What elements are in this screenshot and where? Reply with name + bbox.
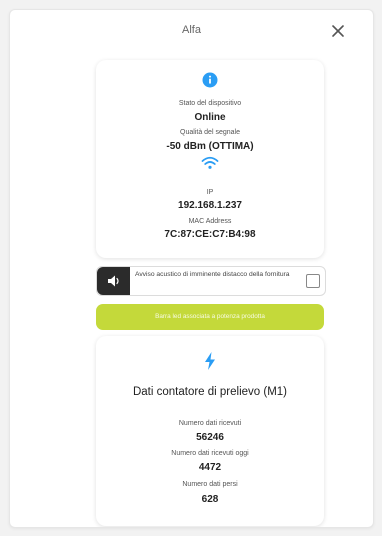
device-status-card: Stato del dispositivo Online Qualità del… (96, 60, 324, 258)
ip-label: IP (206, 189, 214, 196)
status-value: Online (194, 112, 226, 123)
device-detail-dialog: Alfa Stato del dispositivo Online Qualit… (9, 9, 374, 528)
signal-value: -50 dBm (OTTIMA) (166, 141, 254, 152)
mac-label: MAC Address (188, 218, 232, 225)
received-value: 56246 (196, 432, 224, 443)
lost-label: Numero dati persi (182, 481, 238, 488)
acoustic-alarm-label: Avviso acustico di imminente distacco de… (135, 271, 290, 278)
received-today-value: 4472 (198, 462, 222, 473)
mac-value: 7C:87:CE:C7:B4:98 (164, 229, 256, 240)
wifi-icon (96, 156, 324, 175)
dialog-header: Alfa (10, 10, 373, 52)
received-today-label: Numero dati ricevuti oggi (171, 450, 249, 457)
ip-value: 192.168.1.237 (178, 200, 242, 211)
signal-label: Qualità del segnale (180, 129, 240, 136)
dialog-title: Alfa (182, 24, 201, 36)
received-label: Numero dati ricevuti (178, 420, 242, 427)
power-led-bar-button[interactable]: Barra led associata a potenza prodotta (96, 304, 324, 330)
lightning-bolt-icon (96, 352, 324, 375)
acoustic-alarm-checkbox[interactable] (306, 274, 320, 288)
close-icon[interactable] (329, 22, 347, 40)
status-label: Stato del dispositivo (178, 100, 242, 107)
speaker-icon (97, 267, 130, 295)
meter-data-card: Dati contatore di prelievo (M1) Numero d… (96, 336, 324, 526)
acoustic-alarm-row[interactable]: Avviso acustico di imminente distacco de… (96, 266, 326, 296)
meter-title: Dati contatore di prelievo (M1) (132, 386, 288, 398)
info-icon (96, 72, 324, 93)
lost-value: 628 (201, 494, 219, 505)
